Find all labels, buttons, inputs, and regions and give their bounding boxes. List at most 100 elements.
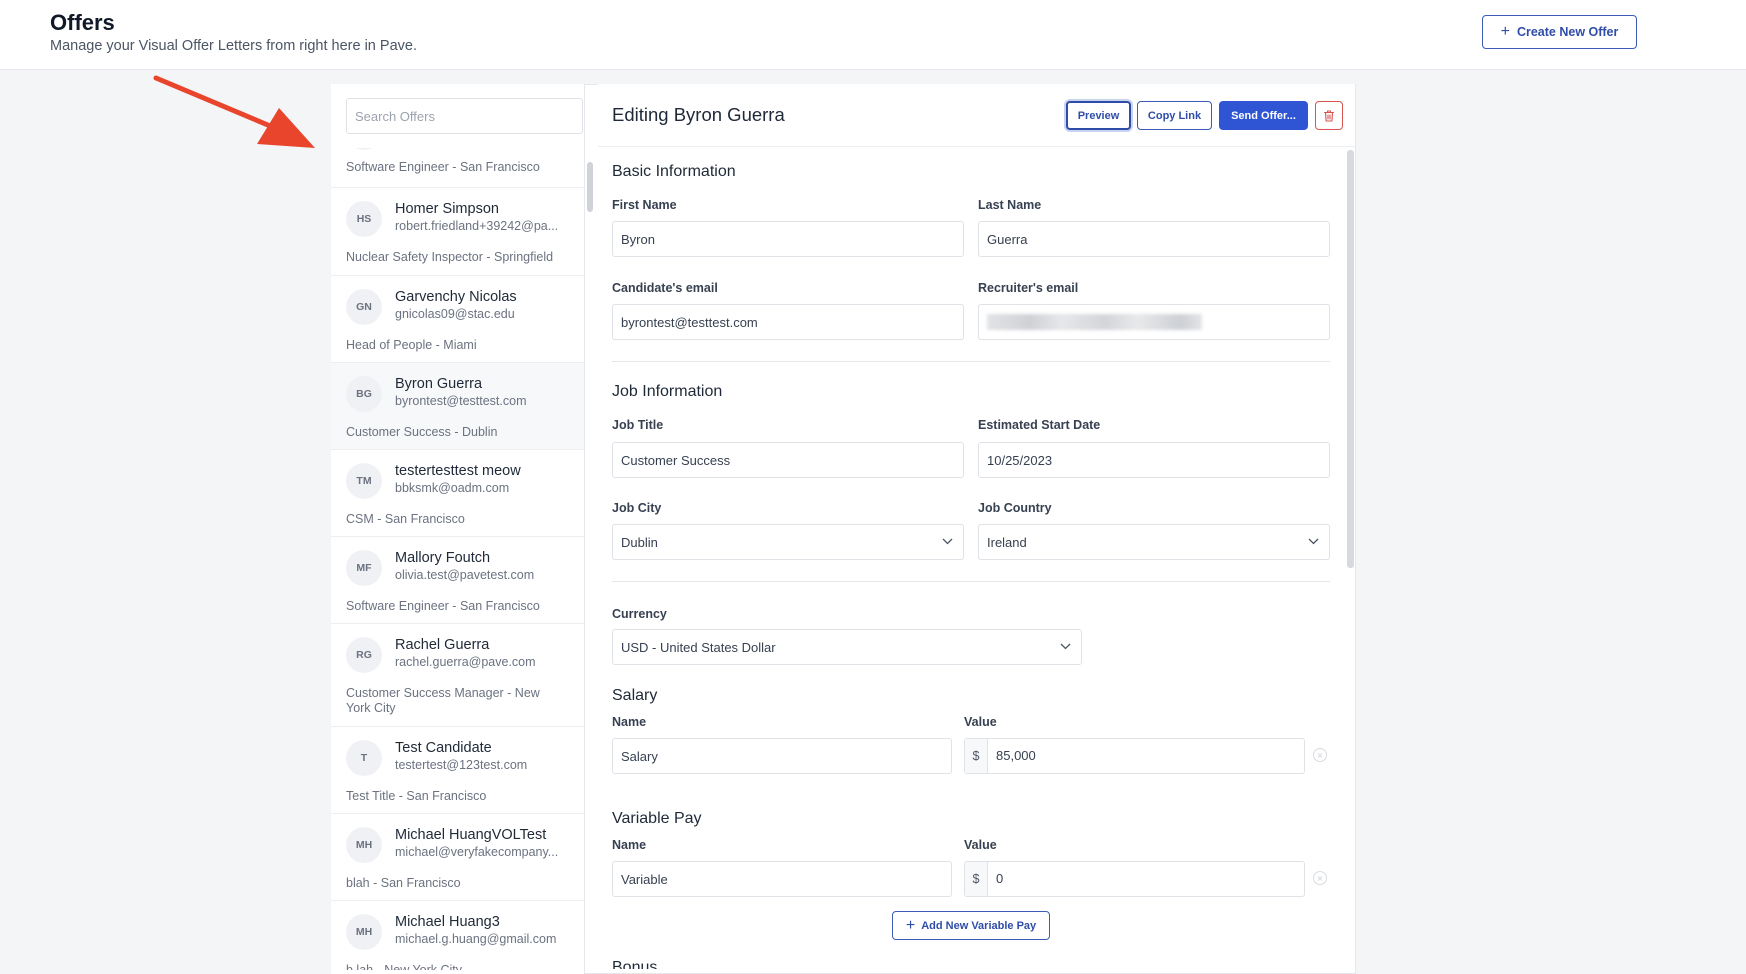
search-offers-input[interactable] bbox=[346, 98, 583, 134]
page-header: Offers Manage your Visual Offer Letters … bbox=[0, 0, 1746, 70]
list-item-selected[interactable]: BG Byron Guerra byrontest@testtest.com C… bbox=[331, 363, 584, 450]
candidate-role: Test Title - San Francisco bbox=[346, 789, 487, 803]
avatar: GN bbox=[346, 289, 382, 325]
start-date-field[interactable]: 10/25/2023 bbox=[978, 442, 1330, 478]
candidate-name: Byron Guerra bbox=[395, 376, 483, 392]
currency-label: Currency bbox=[612, 607, 667, 621]
list-item[interactable]: RG Rachel Guerra rachel.guerra@pave.com … bbox=[331, 624, 584, 727]
chevron-down-icon bbox=[1308, 538, 1319, 545]
last-name-field[interactable]: Guerra bbox=[978, 221, 1330, 257]
divider bbox=[612, 361, 1330, 362]
candidate-role: Customer Success - Dublin bbox=[346, 425, 498, 439]
list-item[interactable]: HS Homer Simpson robert.friedland+39242@… bbox=[331, 188, 584, 276]
recruiter-email-label: Recruiter's email bbox=[978, 281, 1079, 295]
job-title-field[interactable]: Customer Success bbox=[612, 442, 964, 478]
job-city-select[interactable]: Dublin bbox=[612, 524, 964, 560]
candidate-email: olivia.test@pavetest.com bbox=[395, 568, 535, 582]
currency-symbol: $ bbox=[965, 739, 988, 773]
candidate-email: rachel.guerra@pave.com bbox=[395, 655, 536, 669]
candidate-email-value: byrontest@testtest.com bbox=[621, 314, 758, 330]
list-item[interactable]: GN Garvenchy Nicolas gnicolas09@stac.edu… bbox=[331, 276, 584, 363]
list-item[interactable]: MH Michael Huang3 michael.g.huang@gmail.… bbox=[331, 901, 584, 970]
salary-name-field[interactable]: Salary bbox=[612, 738, 952, 774]
plus-icon: + bbox=[905, 916, 916, 934]
list-item[interactable]: T Test Candidate testertest@123test.com … bbox=[331, 727, 584, 814]
divider bbox=[612, 581, 1330, 582]
salary-heading: Salary bbox=[612, 687, 658, 704]
editor-title: Editing Byron Guerra bbox=[612, 104, 785, 125]
job-city-value: Dublin bbox=[621, 534, 658, 550]
page-subtitle: Manage your Visual Offer Letters from ri… bbox=[50, 38, 417, 54]
avatar: TM bbox=[346, 463, 382, 499]
candidate-email-field[interactable]: byrontest@testtest.com bbox=[612, 304, 964, 340]
preview-button[interactable]: Preview bbox=[1066, 101, 1131, 130]
avatar: MH bbox=[346, 914, 382, 950]
plus-icon: + bbox=[1500, 23, 1510, 40]
list-item-partial[interactable]: Software Engineer - San Francisco bbox=[331, 148, 584, 188]
salary-value-label: Value bbox=[964, 715, 997, 729]
recruiter-email-field[interactable] bbox=[978, 304, 1330, 340]
candidate-email-label: Candidate's email bbox=[612, 281, 718, 295]
job-country-value: Ireland bbox=[987, 534, 1027, 550]
candidate-email: michael.g.huang@gmail.com bbox=[395, 932, 557, 946]
trash-icon bbox=[1323, 109, 1335, 122]
avatar: RG bbox=[346, 637, 382, 673]
delete-button[interactable] bbox=[1315, 101, 1343, 130]
avatar: BG bbox=[346, 376, 382, 412]
candidate-name: Homer Simpson bbox=[395, 201, 499, 217]
candidate-email: testertest@123test.com bbox=[395, 758, 528, 772]
variable-name-value: Variable bbox=[621, 871, 668, 887]
job-info-heading: Job Information bbox=[612, 383, 723, 400]
salary-amount: 85,000 bbox=[996, 748, 1036, 763]
candidate-role: Software Engineer - San Francisco bbox=[346, 599, 540, 613]
candidate-role: Customer Success Manager - New York City bbox=[346, 686, 540, 715]
avatar: HS bbox=[346, 201, 382, 237]
variable-name-field[interactable]: Variable bbox=[612, 861, 952, 897]
bonus-heading: Bonus bbox=[612, 959, 658, 969]
avatar: MH bbox=[346, 827, 382, 863]
basic-info-heading: Basic Information bbox=[612, 163, 736, 180]
salary-value-field[interactable]: $ 85,000 bbox=[964, 738, 1305, 774]
send-offer-button[interactable]: Send Offer... bbox=[1219, 101, 1308, 130]
remove-circle-icon[interactable] bbox=[1313, 871, 1327, 885]
job-title-label: Job Title bbox=[612, 418, 664, 432]
job-title-value: Customer Success bbox=[621, 452, 731, 468]
add-variable-pay-label: Add New Variable Pay bbox=[921, 919, 1037, 932]
job-country-label: Job Country bbox=[978, 501, 1052, 515]
page-title: Offers bbox=[50, 10, 115, 35]
chevron-down-icon bbox=[942, 538, 953, 545]
candidate-role: CSM - San Francisco bbox=[346, 512, 465, 526]
job-city-label: Job City bbox=[612, 501, 662, 515]
form-scrollbar[interactable] bbox=[1347, 150, 1354, 568]
variable-pay-heading: Variable Pay bbox=[612, 810, 702, 827]
list-item[interactable]: TM testertesttest meow bbksmk@oadm.com C… bbox=[331, 450, 584, 537]
add-variable-pay-button[interactable]: + Add New Variable Pay bbox=[892, 911, 1050, 940]
list-scrollbar[interactable] bbox=[587, 162, 593, 212]
avatar bbox=[346, 148, 382, 150]
redacted-value bbox=[987, 314, 1202, 330]
salary-name-value: Salary bbox=[621, 748, 658, 764]
list-item[interactable]: MH Michael HuangVOLTest michael@veryfake… bbox=[331, 814, 584, 901]
create-new-offer-label: Create New Offer bbox=[1516, 25, 1619, 39]
candidate-email: bbksmk@oadm.com bbox=[395, 481, 510, 495]
offers-list: Software Engineer - San Francisco HS Hom… bbox=[331, 148, 584, 970]
candidate-role: Head of People - Miami bbox=[346, 338, 477, 352]
last-name-label: Last Name bbox=[978, 198, 1042, 212]
variable-value-label: Value bbox=[964, 838, 997, 852]
candidate-email: gnicolas09@stac.edu bbox=[395, 307, 515, 321]
list-item[interactable]: MF Mallory Foutch olivia.test@pavetest.c… bbox=[331, 537, 584, 624]
variable-name-label: Name bbox=[612, 838, 647, 852]
first-name-value: Byron bbox=[621, 231, 655, 247]
first-name-field[interactable]: Byron bbox=[612, 221, 964, 257]
candidate-role: b.lah - New York City bbox=[346, 963, 463, 970]
job-country-select[interactable]: Ireland bbox=[978, 524, 1330, 560]
candidate-name: Michael HuangVOLTest bbox=[395, 827, 547, 843]
remove-circle-icon[interactable] bbox=[1313, 748, 1327, 762]
chevron-down-icon bbox=[1060, 643, 1071, 650]
currency-select[interactable]: USD - United States Dollar bbox=[612, 629, 1082, 665]
create-new-offer-button[interactable]: + Create New Offer bbox=[1482, 15, 1637, 49]
variable-value-field[interactable]: $ 0 bbox=[964, 861, 1305, 897]
candidate-name: Michael Huang3 bbox=[395, 914, 500, 930]
red-arrow-annotation bbox=[153, 75, 315, 148]
copy-link-button[interactable]: Copy Link bbox=[1137, 101, 1212, 130]
